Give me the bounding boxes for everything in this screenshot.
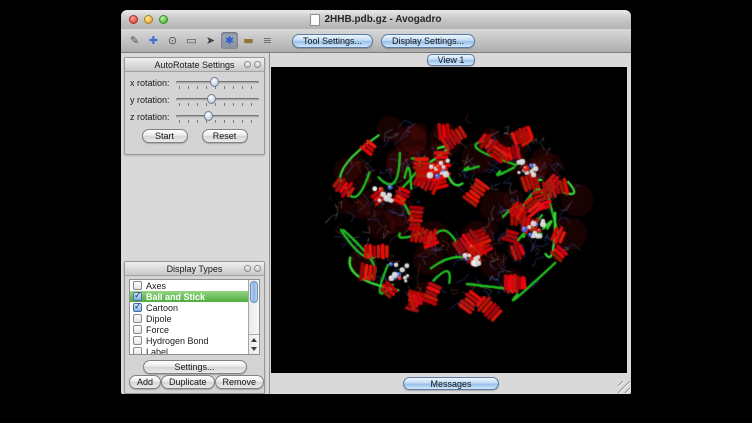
- select-tool-icon[interactable]: ▭: [183, 32, 200, 49]
- scrollbar-arrows: [249, 334, 259, 354]
- slider-row: x rotation:: [125, 74, 264, 91]
- avogadro-window: 2HHB.pdb.gz - Avogadro ✎✚⊙▭➤✱▬≡ Tool Set…: [121, 10, 631, 394]
- measure-tool-icon[interactable]: ▬: [240, 32, 257, 49]
- rotation-slider[interactable]: [176, 110, 259, 124]
- document-proxy-icon: [310, 14, 320, 26]
- slider-track: [176, 115, 259, 118]
- slider-label: z rotation:: [130, 112, 176, 122]
- slider-thumb[interactable]: [210, 77, 219, 87]
- scroll-up-button[interactable]: [249, 335, 259, 344]
- resize-grip[interactable]: [618, 381, 630, 393]
- view-tab[interactable]: View 1: [427, 54, 476, 66]
- display-type-label: Hydrogen Bond: [146, 336, 209, 346]
- autorotate-panel-title: AutoRotate Settings: [154, 60, 234, 70]
- manipulate-tool-icon[interactable]: ➤: [202, 32, 219, 49]
- window-title: 2HHB.pdb.gz - Avogadro: [121, 10, 631, 29]
- settings-button[interactable]: Settings...: [143, 360, 247, 374]
- viewport-column: View 1 Messages: [271, 53, 631, 394]
- titlebar[interactable]: 2HHB.pdb.gz - Avogadro: [121, 10, 631, 30]
- arrow-down-icon: [251, 347, 257, 351]
- display-types-rows: AxesBall and StickCartoonDipoleForceHydr…: [130, 280, 248, 354]
- display-types-list: AxesBall and StickCartoonDipoleForceHydr…: [129, 279, 260, 355]
- left-dock: AutoRotate Settings x rotation: y rotatio…: [121, 53, 270, 394]
- rotation-slider[interactable]: [176, 93, 259, 107]
- autorotate-buttons: Start Reset: [125, 129, 264, 143]
- navigate-tool-icon[interactable]: ✚: [145, 32, 162, 49]
- slider-label: y rotation:: [130, 95, 176, 105]
- display-type-checkbox[interactable]: [133, 314, 142, 323]
- slider-thumb[interactable]: [204, 111, 213, 121]
- gl-viewport[interactable]: [271, 67, 627, 373]
- remove-button[interactable]: Remove: [215, 375, 265, 389]
- display-types-panel: Display Types AxesBall and StickCartoonD…: [124, 261, 265, 394]
- display-types-panel-header: Display Types: [125, 262, 264, 276]
- desktop: 2HHB.pdb.gz - Avogadro ✎✚⊙▭➤✱▬≡ Tool Set…: [0, 0, 752, 423]
- display-type-row[interactable]: Label: [130, 346, 248, 354]
- toolbar-tools: ✎✚⊙▭➤✱▬≡: [126, 32, 276, 49]
- toolbar: ✎✚⊙▭➤✱▬≡ Tool Settings... Display Settin…: [121, 29, 631, 53]
- display-type-row[interactable]: Force: [130, 324, 248, 335]
- panel-header-buttons: [244, 265, 261, 272]
- duplicate-button[interactable]: Duplicate: [161, 375, 215, 389]
- display-type-label: Cartoon: [146, 303, 178, 313]
- display-type-row[interactable]: Hydrogen Bond: [130, 335, 248, 346]
- panel-float-icon[interactable]: [244, 61, 251, 68]
- arrow-up-icon: [251, 338, 257, 342]
- autorotate-tool-icon[interactable]: ✱: [221, 32, 238, 49]
- display-type-label: Ball and Stick: [146, 292, 205, 302]
- panel-float-icon[interactable]: [244, 265, 251, 272]
- slider-label: x rotation:: [130, 78, 176, 88]
- autorotate-panel: AutoRotate Settings x rotation: y rotatio…: [124, 57, 265, 155]
- display-types-buttons: Add Duplicate Remove: [129, 375, 260, 389]
- toolbar-buttons: Tool Settings... Display Settings...: [292, 34, 475, 48]
- view-tab-bar: View 1: [271, 53, 631, 67]
- display-settings-button[interactable]: Display Settings...: [381, 34, 475, 48]
- display-type-row[interactable]: Axes: [130, 280, 248, 291]
- display-type-row[interactable]: Ball and Stick: [130, 291, 248, 302]
- panel-close-icon[interactable]: [254, 265, 261, 272]
- display-type-checkbox[interactable]: [133, 325, 142, 334]
- window-title-text: 2HHB.pdb.gz - Avogadro: [324, 14, 441, 25]
- display-type-label: Label: [146, 347, 168, 355]
- add-button[interactable]: Add: [129, 375, 161, 389]
- autorotate-sliders: x rotation: y rotation: z rotation:: [125, 72, 264, 125]
- display-type-checkbox[interactable]: [133, 336, 142, 345]
- display-type-label: Force: [146, 325, 169, 335]
- slider-ticks: [179, 86, 256, 89]
- slider-track: [176, 98, 259, 101]
- display-type-checkbox[interactable]: [133, 303, 142, 312]
- slider-row: z rotation:: [125, 108, 264, 125]
- molecule-canvas: [271, 67, 627, 373]
- messages-button[interactable]: Messages: [403, 377, 499, 390]
- rotation-slider[interactable]: [176, 76, 259, 90]
- zoom-tool-icon[interactable]: ⊙: [164, 32, 181, 49]
- autorotate-panel-header: AutoRotate Settings: [125, 58, 264, 72]
- display-type-checkbox[interactable]: [133, 292, 142, 301]
- display-type-row[interactable]: Cartoon: [130, 302, 248, 313]
- slider-row: y rotation:: [125, 91, 264, 108]
- reset-button[interactable]: Reset: [202, 129, 248, 143]
- display-type-checkbox[interactable]: [133, 281, 142, 290]
- display-type-label: Dipole: [146, 314, 172, 324]
- list-scrollbar[interactable]: [248, 280, 259, 354]
- display-type-label: Axes: [146, 281, 166, 291]
- panel-header-buttons: [244, 61, 261, 68]
- slider-thumb[interactable]: [207, 94, 216, 104]
- slider-ticks: [179, 120, 256, 123]
- display-type-checkbox[interactable]: [133, 347, 142, 354]
- scroll-down-button[interactable]: [249, 344, 259, 353]
- tool-settings-button[interactable]: Tool Settings...: [292, 34, 373, 48]
- start-button[interactable]: Start: [142, 129, 188, 143]
- draw-tool-icon[interactable]: ✎: [126, 32, 143, 49]
- display-type-row[interactable]: Dipole: [130, 313, 248, 324]
- messages-bar: Messages: [271, 373, 631, 394]
- settings-row: Settings...: [125, 360, 264, 374]
- scrollbar-thumb[interactable]: [250, 281, 258, 303]
- display-types-panel-title: Display Types: [167, 264, 223, 274]
- align-tool-icon[interactable]: ≡: [259, 32, 276, 49]
- slider-ticks: [179, 103, 256, 106]
- panel-close-icon[interactable]: [254, 61, 261, 68]
